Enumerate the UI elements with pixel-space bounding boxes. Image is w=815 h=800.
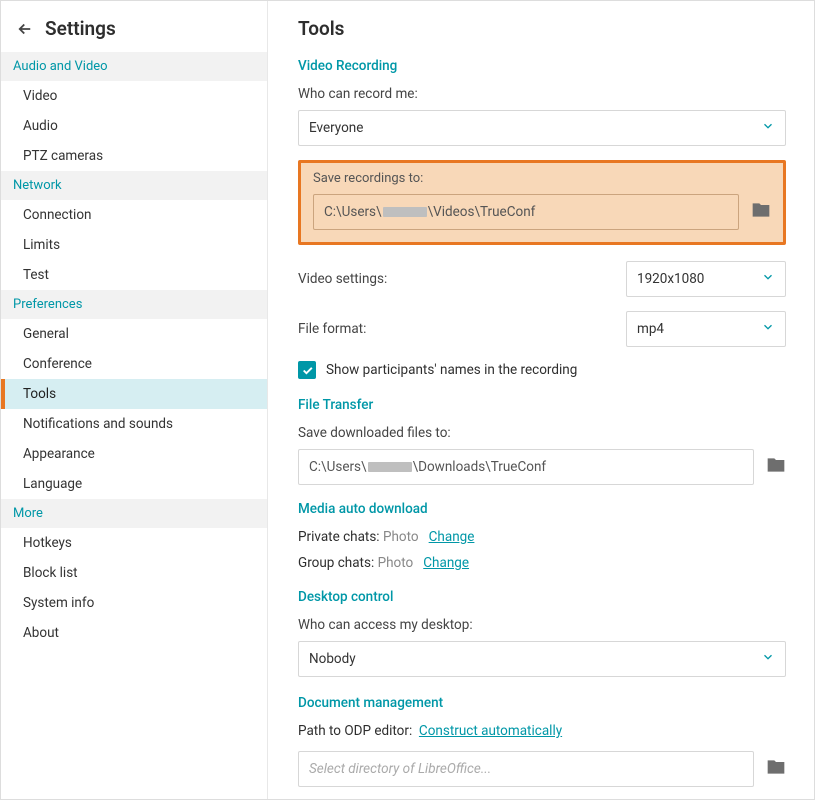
odp-editor-row: Path to ODP editor: Construct automatica… [298,723,786,739]
video-settings-select[interactable]: 1920x1080 [626,261,786,297]
save-recordings-label: Save recordings to: [313,171,771,186]
who-can-record-label: Who can record me: [298,86,786,102]
section-desktop-control: Desktop control [298,589,786,605]
save-downloads-label: Save downloaded files to: [298,425,786,441]
section-media-auto-download: Media auto download [298,501,786,517]
nav-item-connection[interactable]: Connection [1,200,267,230]
private-chats-value: Photo [383,529,419,545]
save-recordings-highlight: Save recordings to: C:\Users\\Videos\Tru… [298,160,786,245]
construct-automatically-link[interactable]: Construct automatically [419,723,562,739]
show-names-checkbox[interactable] [298,361,316,379]
nav-item-language[interactable]: Language [1,469,267,499]
file-format-label: File format: [298,321,366,337]
chevron-down-icon [761,320,775,338]
video-settings-label: Video settings: [298,271,387,287]
section-video-recording: Video Recording [298,58,786,74]
chevron-down-icon [761,119,775,137]
nav-item-hotkeys[interactable]: Hotkeys [1,528,267,558]
nav-item-notifications[interactable]: Notifications and sounds [1,409,267,439]
who-can-record-select[interactable]: Everyone [298,110,786,146]
nav-item-tools[interactable]: Tools [1,379,267,409]
main-panel: Tools Video Recording Who can record me:… [268,1,814,799]
nav-item-block-list[interactable]: Block list [1,558,267,588]
desktop-access-label: Who can access my desktop: [298,617,786,633]
nav-item-limits[interactable]: Limits [1,230,267,260]
file-format-value: mp4 [637,321,664,337]
chevron-down-icon [761,650,775,668]
nav-item-system-info[interactable]: System info [1,588,267,618]
group-chats-row: Group chats: Photo Change [298,555,786,571]
redacted-username [368,462,412,472]
folder-icon[interactable] [766,455,786,479]
folder-icon[interactable] [766,757,786,781]
redacted-username [383,207,427,217]
chevron-down-icon [761,270,775,288]
sidebar-header: Settings [1,1,267,52]
nav-item-ptz-cameras[interactable]: PTZ cameras [1,141,267,171]
save-downloads-path-input[interactable]: C:\Users\\Downloads\TrueConf [298,449,754,485]
file-format-select[interactable]: mp4 [626,311,786,347]
nav-item-conference[interactable]: Conference [1,349,267,379]
video-settings-value: 1920x1080 [637,271,704,287]
nav-item-video[interactable]: Video [1,81,267,111]
nav-item-about[interactable]: About [1,618,267,648]
who-can-record-value: Everyone [309,120,363,136]
settings-title: Settings [45,17,116,40]
sidebar: Settings Audio and Video Video Audio PTZ… [1,1,268,799]
nav-item-test[interactable]: Test [1,260,267,290]
nav-group-more: More [1,499,267,528]
page-title: Tools [298,17,786,40]
private-chats-row: Private chats: Photo Change [298,529,786,545]
back-arrow-icon[interactable] [15,19,35,39]
nav-item-appearance[interactable]: Appearance [1,439,267,469]
group-chats-change-link[interactable]: Change [423,555,469,571]
save-recordings-path-input[interactable]: C:\Users\\Videos\TrueConf [313,194,739,230]
folder-icon[interactable] [751,200,771,224]
desktop-access-value: Nobody [309,651,356,667]
nav-item-audio[interactable]: Audio [1,111,267,141]
nav-group-preferences: Preferences [1,290,267,319]
private-chats-change-link[interactable]: Change [429,529,475,545]
section-file-transfer: File Transfer [298,397,786,413]
nav-item-general[interactable]: General [1,319,267,349]
nav-group-audio-video: Audio and Video [1,52,267,81]
section-document-management: Document management [298,695,786,711]
group-chats-value: Photo [378,555,414,571]
desktop-access-select[interactable]: Nobody [298,641,786,677]
nav-group-network: Network [1,171,267,200]
show-names-label: Show participants' names in the recordin… [326,362,577,378]
libreoffice-dir-input[interactable]: Select directory of LibreOffice... [298,751,754,787]
